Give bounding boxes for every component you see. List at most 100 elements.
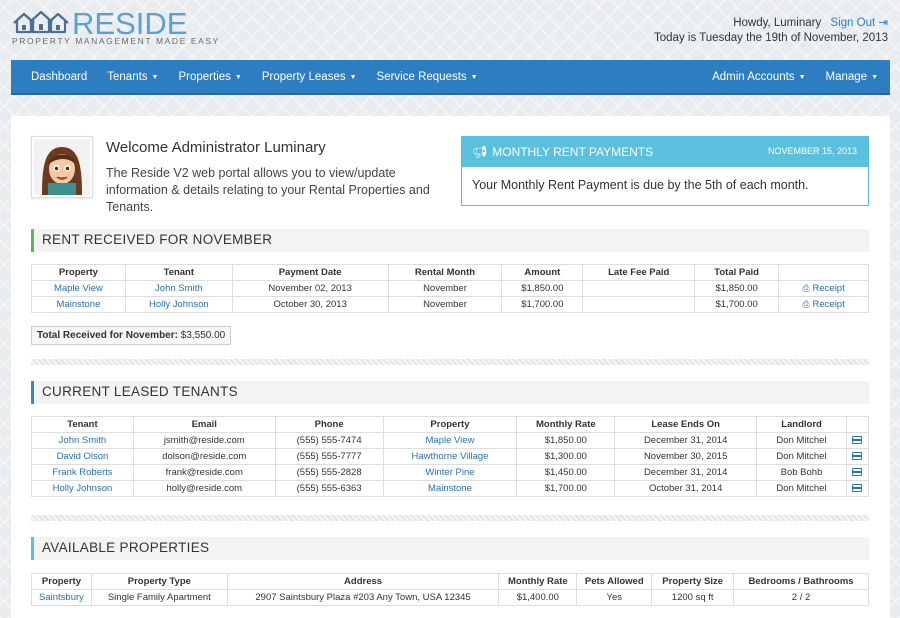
card-icon[interactable] <box>852 436 863 444</box>
table-row: Holly Johnson holly@reside.com (555) 555-6… <box>31 480 870 497</box>
column-header: Payment Date <box>231 264 389 281</box>
nav-tenants[interactable]: Tenants ▼ <box>97 60 168 95</box>
rent-notice: 📢︎ MONTHLY RENT PAYMENTS NOVEMBER 15, 201… <box>461 136 869 206</box>
table-header-row: Tenant Email Phone Property Monthly Rate Leas… <box>31 416 870 433</box>
table-cell: frank@reside.com <box>132 464 276 481</box>
table-cell: November 02, 2013 <box>231 280 389 297</box>
nav-manage[interactable]: Manage ▼ <box>816 60 891 95</box>
today-date: Today is Tuesday the 19th of November, 2… <box>654 32 888 44</box>
table-cell <box>845 480 870 497</box>
card-icon[interactable] <box>852 484 863 492</box>
nav-property-leases[interactable]: Property Leases ▼ <box>252 60 367 95</box>
table-cell <box>582 296 696 313</box>
total-received-value: $3,550.00 <box>180 330 226 341</box>
table-row: Mainstone Holly Johnson October 30, 2013 No… <box>31 296 869 313</box>
avatar <box>31 136 93 198</box>
table-link[interactable]: Winter Pine <box>425 467 474 478</box>
nav-properties[interactable]: Properties ▼ <box>168 60 251 95</box>
caret-down-icon: ▼ <box>470 74 478 81</box>
table-link[interactable]: Mainstone <box>428 483 472 494</box>
signout-label: Sign Out <box>830 17 876 29</box>
table-cell: $1,450.00 <box>516 464 616 481</box>
main-navbar: Dashboard Tenants ▼ Properties ▼ Property … <box>11 60 890 95</box>
receipt-label: Receipt <box>812 283 845 294</box>
column-header: Bedrooms / Bathrooms <box>733 573 869 590</box>
nav-dashboard[interactable]: Dashboard <box>11 60 97 95</box>
table-link[interactable]: Hawthorne Village <box>412 451 489 462</box>
table-cell: Frank Roberts <box>31 464 134 481</box>
table-link[interactable]: Holly Johnson <box>53 483 113 494</box>
table-link[interactable]: Holly Johnson <box>149 299 209 310</box>
receipt-link[interactable]: ⎙ Receipt <box>802 283 844 294</box>
avatar-image <box>34 139 90 195</box>
table-cell: $1,700.00 <box>501 296 584 313</box>
table-link[interactable]: Frank Roberts <box>52 467 112 478</box>
column-header: Monthly Rate <box>498 573 578 590</box>
table-cell: holly@reside.com <box>132 480 276 497</box>
table-cell: October 31, 2014 <box>614 480 758 497</box>
column-header: Tenant <box>31 416 134 433</box>
table-cell: November 30, 2015 <box>614 448 758 465</box>
column-header: Property <box>382 416 518 433</box>
caret-down-icon: ▼ <box>151 74 159 81</box>
signout-link[interactable]: Sign Out ⇥ <box>830 17 888 29</box>
printer-icon: ⎙ <box>802 283 810 293</box>
table-cell <box>845 448 870 465</box>
site-header: RESIDE PROPERTY MANAGEMENT MADE EASY How… <box>0 0 900 60</box>
nav-admin-accounts-label: Admin Accounts <box>712 71 795 83</box>
table-cell: Don Mitchel <box>756 480 847 497</box>
table-cell: (555) 555-6363 <box>274 480 384 497</box>
table-link[interactable]: John Smith <box>155 283 203 294</box>
table-cell: $1,300.00 <box>516 448 616 465</box>
table-link[interactable]: David Olson <box>57 451 109 462</box>
caret-down-icon: ▼ <box>349 74 357 81</box>
table-cell: December 31, 2014 <box>614 464 758 481</box>
table-cell: Yes <box>576 589 653 606</box>
table-row: Frank Roberts frank@reside.com (555) 555-2… <box>31 464 870 481</box>
table-cell: 2907 Saintsbury Plaza #203 Any Town, USA… <box>226 589 500 606</box>
column-header: Late Fee Paid <box>582 264 696 281</box>
table-link[interactable]: Maple View <box>426 435 475 446</box>
table-cell: Maple View <box>382 432 518 449</box>
total-received: Total Received for November: $3,550.00 <box>31 326 232 345</box>
table-cell: Don Mitchel <box>756 432 847 449</box>
caret-down-icon: ▼ <box>871 74 878 81</box>
nav-right: Admin Accounts ▼ Manage ▼ <box>692 60 890 95</box>
table-cell: (555) 555-2828 <box>274 464 384 481</box>
column-header: Tenant <box>124 264 233 281</box>
column-header: Rental Month <box>387 264 503 281</box>
card-icon[interactable] <box>852 452 863 460</box>
nav-service-requests[interactable]: Service Requests ▼ <box>367 60 488 95</box>
table-cell: $1,850.00 <box>501 280 584 297</box>
houses-icon <box>13 10 69 34</box>
brand-tagline: PROPERTY MANAGEMENT MADE EASY <box>12 36 220 46</box>
receipt-link[interactable]: ⎙ Receipt <box>802 299 844 310</box>
card-icon[interactable] <box>852 468 863 476</box>
column-header: Address <box>226 573 500 590</box>
nav-admin-accounts[interactable]: Admin Accounts ▼ <box>692 60 815 95</box>
table-cell <box>845 432 870 449</box>
receipt-label: Receipt <box>812 299 845 310</box>
table-cell: November <box>387 296 503 313</box>
table-link[interactable]: Saintsbury <box>39 592 84 603</box>
section-available-properties: AVAILABLE PROPERTIES <box>31 537 869 560</box>
table-link[interactable]: Mainstone <box>57 299 101 310</box>
nav-left: Dashboard Tenants ▼ Properties ▼ Property … <box>11 60 488 95</box>
column-header: Property <box>31 573 92 590</box>
logo[interactable]: RESIDE PROPERTY MANAGEMENT MADE EASY <box>12 6 218 48</box>
table-cell: Mainstone <box>382 480 518 497</box>
megaphone-icon: 📢︎ <box>472 145 488 159</box>
column-header: Property Size <box>651 573 735 590</box>
table-cell: jsmith@reside.com <box>132 432 276 449</box>
welcome-title: Welcome Administrator Luminary <box>106 139 326 156</box>
section-leased-tenants-title: CURRENT LEASED TENANTS <box>42 384 238 399</box>
column-header <box>845 416 870 433</box>
column-header <box>778 264 869 281</box>
table-cell: 2 / 2 <box>733 589 869 606</box>
nav-manage-label: Manage <box>825 71 868 83</box>
table-cell: $1,700.00 <box>694 296 780 313</box>
table-cell: Saintsbury <box>31 589 92 606</box>
table-cell: Mainstone <box>31 296 126 313</box>
table-link[interactable]: Maple View <box>54 283 103 294</box>
table-link[interactable]: John Smith <box>59 435 107 446</box>
